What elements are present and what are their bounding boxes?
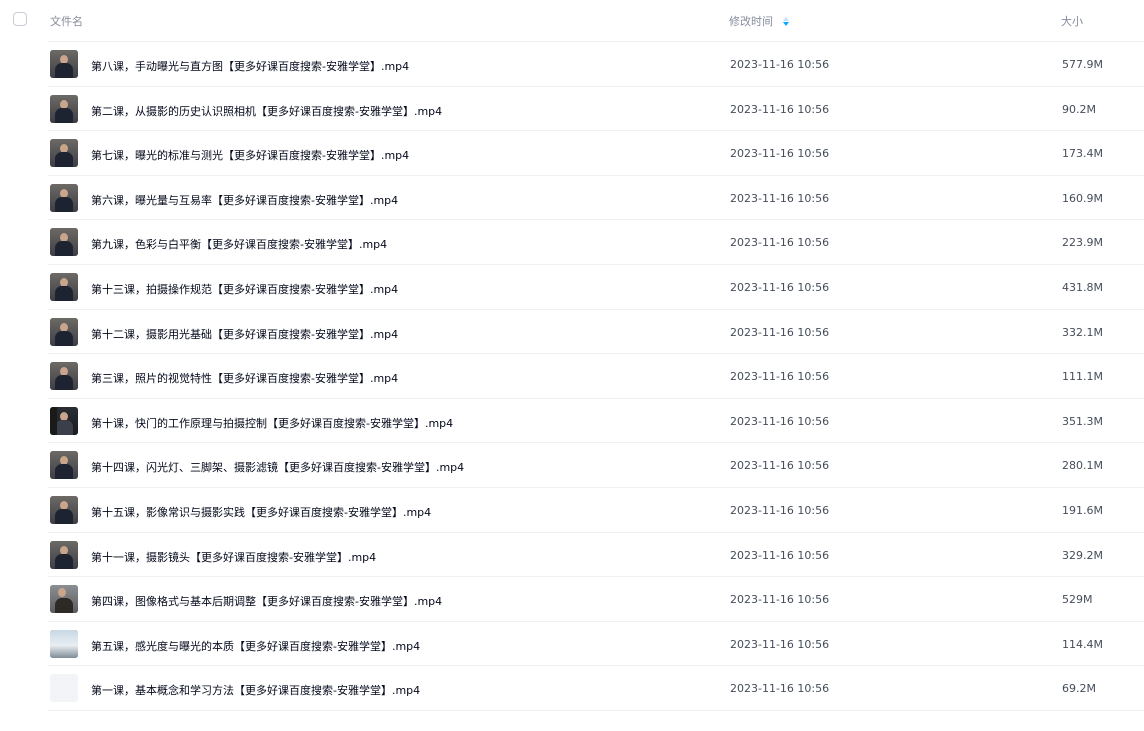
file-name[interactable]: 第十一课，摄影镜头【更多好课百度搜索-安雅学堂】.mp4 <box>91 549 376 565</box>
video-thumbnail[interactable] <box>50 94 78 123</box>
file-size: 431.8M <box>1062 280 1103 294</box>
file-row[interactable]: 第七课，曝光的标准与测光【更多好课百度搜索-安雅学堂】.mp4 2023-11-1… <box>48 131 1144 176</box>
file-size: 173.4M <box>1062 147 1103 161</box>
column-header-size[interactable]: 大小 <box>1061 13 1083 29</box>
file-row[interactable]: 第六课，曝光量与互易率【更多好课百度搜索-安雅学堂】.mp4 2023-11-16… <box>48 176 1144 221</box>
file-row[interactable]: 第十课，快门的工作原理与拍摄控制【更多好课百度搜索-安雅学堂】.mp4 2023-… <box>48 399 1144 444</box>
file-name[interactable]: 第十四课，闪光灯、三脚架、摄影滤镜【更多好课百度搜索-安雅学堂】.mp4 <box>91 459 464 475</box>
video-thumbnail[interactable] <box>50 585 78 614</box>
file-modified-time: 2023-11-16 10:56 <box>730 191 830 205</box>
file-name[interactable]: 第八课，手动曝光与直方图【更多好课百度搜索-安雅学堂】.mp4 <box>91 58 409 74</box>
video-thumbnail[interactable] <box>50 495 78 524</box>
file-modified-time: 2023-11-16 10:56 <box>730 637 830 651</box>
file-modified-time: 2023-11-16 10:56 <box>730 548 830 562</box>
file-size: 351.3M <box>1062 414 1103 428</box>
file-modified-time: 2023-11-16 10:56 <box>730 280 830 294</box>
file-size: 69.2M <box>1062 682 1096 696</box>
file-name[interactable]: 第十二课，摄影用光基础【更多好课百度搜索-安雅学堂】.mp4 <box>91 326 398 342</box>
file-row[interactable]: 第二课，从摄影的历史认识照相机【更多好课百度搜索-安雅学堂】.mp4 2023-1… <box>48 87 1144 132</box>
file-size: 223.9M <box>1062 236 1103 250</box>
file-row[interactable]: 第十二课，摄影用光基础【更多好课百度搜索-安雅学堂】.mp4 2023-11-16… <box>48 310 1144 355</box>
file-row[interactable]: 第五课，感光度与曝光的本质【更多好课百度搜索-安雅学堂】.mp4 2023-11-… <box>48 622 1144 667</box>
video-thumbnail[interactable] <box>50 272 78 301</box>
file-list-header: 文件名 修改时间 大小 <box>48 0 1144 42</box>
column-header-name[interactable]: 文件名 <box>50 13 83 29</box>
file-size: 160.9M <box>1062 191 1103 205</box>
file-modified-time: 2023-11-16 10:56 <box>730 414 830 428</box>
file-row[interactable]: 第三课，照片的视觉特性【更多好课百度搜索-安雅学堂】.mp4 2023-11-16… <box>48 354 1144 399</box>
file-row[interactable]: 第一课，基本概念和学习方法【更多好课百度搜索-安雅学堂】.mp4 2023-11-… <box>48 666 1144 711</box>
file-size: 329.2M <box>1062 548 1103 562</box>
video-thumbnail[interactable] <box>50 317 78 346</box>
file-name[interactable]: 第五课，感光度与曝光的本质【更多好课百度搜索-安雅学堂】.mp4 <box>91 638 420 654</box>
file-modified-time: 2023-11-16 10:56 <box>730 102 830 116</box>
sort-descending-icon[interactable] <box>783 16 789 26</box>
file-name[interactable]: 第十五课，影像常识与摄影实践【更多好课百度搜索-安雅学堂】.mp4 <box>91 504 431 520</box>
video-thumbnail[interactable] <box>50 674 78 703</box>
file-name[interactable]: 第十三课，拍摄操作规范【更多好课百度搜索-安雅学堂】.mp4 <box>91 281 398 297</box>
file-size: 111.1M <box>1062 370 1103 384</box>
file-modified-time: 2023-11-16 10:56 <box>730 682 830 696</box>
file-modified-time: 2023-11-16 10:56 <box>730 58 830 71</box>
file-name[interactable]: 第三课，照片的视觉特性【更多好课百度搜索-安雅学堂】.mp4 <box>91 370 398 386</box>
file-row[interactable]: 第四课，图像格式与基本后期调整【更多好课百度搜索-安雅学堂】.mp4 2023-1… <box>48 577 1144 622</box>
file-size: 577.9M <box>1062 58 1103 71</box>
file-size: 332.1M <box>1062 325 1103 339</box>
file-modified-time: 2023-11-16 10:56 <box>730 459 830 473</box>
file-row[interactable]: 第八课，手动曝光与直方图【更多好课百度搜索-安雅学堂】.mp4 2023-11-1… <box>48 42 1144 87</box>
file-size: 529M <box>1062 593 1093 607</box>
column-header-modified-time[interactable]: 修改时间 <box>729 13 789 29</box>
file-modified-time: 2023-11-16 10:56 <box>730 370 830 384</box>
video-thumbnail[interactable] <box>50 183 78 212</box>
video-thumbnail[interactable] <box>50 228 78 257</box>
file-row[interactable]: 第十四课，闪光灯、三脚架、摄影滤镜【更多好课百度搜索-安雅学堂】.mp4 2023… <box>48 443 1144 488</box>
file-modified-time: 2023-11-16 10:56 <box>730 147 830 161</box>
file-name[interactable]: 第九课，色彩与白平衡【更多好课百度搜索-安雅学堂】.mp4 <box>91 236 387 252</box>
video-thumbnail[interactable] <box>50 50 78 78</box>
file-name[interactable]: 第一课，基本概念和学习方法【更多好课百度搜索-安雅学堂】.mp4 <box>91 682 420 698</box>
file-modified-time: 2023-11-16 10:56 <box>730 503 830 517</box>
file-name[interactable]: 第四课，图像格式与基本后期调整【更多好课百度搜索-安雅学堂】.mp4 <box>91 593 442 609</box>
file-row[interactable]: 第十三课，拍摄操作规范【更多好课百度搜索-安雅学堂】.mp4 2023-11-16… <box>48 265 1144 310</box>
file-modified-time: 2023-11-16 10:56 <box>730 325 830 339</box>
file-name[interactable]: 第二课，从摄影的历史认识照相机【更多好课百度搜索-安雅学堂】.mp4 <box>91 103 442 119</box>
file-size: 191.6M <box>1062 503 1103 517</box>
select-all-checkbox[interactable] <box>13 12 27 26</box>
file-name[interactable]: 第十课，快门的工作原理与拍摄控制【更多好课百度搜索-安雅学堂】.mp4 <box>91 415 453 431</box>
file-modified-time: 2023-11-16 10:56 <box>730 593 830 607</box>
column-header-modified-time-label: 修改时间 <box>729 15 773 28</box>
video-thumbnail[interactable] <box>50 406 78 435</box>
file-row[interactable]: 第十一课，摄影镜头【更多好课百度搜索-安雅学堂】.mp4 2023-11-16 1… <box>48 533 1144 578</box>
file-row[interactable]: 第九课，色彩与白平衡【更多好课百度搜索-安雅学堂】.mp4 2023-11-16 … <box>48 220 1144 265</box>
file-size: 90.2M <box>1062 102 1096 116</box>
file-row[interactable]: 第十五课，影像常识与摄影实践【更多好课百度搜索-安雅学堂】.mp4 2023-11… <box>48 488 1144 533</box>
video-thumbnail[interactable] <box>50 629 78 658</box>
file-rows: 第八课，手动曝光与直方图【更多好课百度搜索-安雅学堂】.mp4 2023-11-1… <box>48 42 1144 711</box>
file-name[interactable]: 第六课，曝光量与互易率【更多好课百度搜索-安雅学堂】.mp4 <box>91 192 398 208</box>
file-size: 280.1M <box>1062 459 1103 473</box>
file-size: 114.4M <box>1062 637 1103 651</box>
video-thumbnail[interactable] <box>50 362 78 391</box>
video-thumbnail[interactable] <box>50 451 78 480</box>
file-modified-time: 2023-11-16 10:56 <box>730 236 830 250</box>
video-thumbnail[interactable] <box>50 139 78 168</box>
video-thumbnail[interactable] <box>50 540 78 569</box>
file-list: 文件名 修改时间 大小 第八课，手动曝光与直方图【更多好课百度搜索-安雅学堂】.… <box>0 0 1144 711</box>
file-name[interactable]: 第七课，曝光的标准与测光【更多好课百度搜索-安雅学堂】.mp4 <box>91 147 409 163</box>
